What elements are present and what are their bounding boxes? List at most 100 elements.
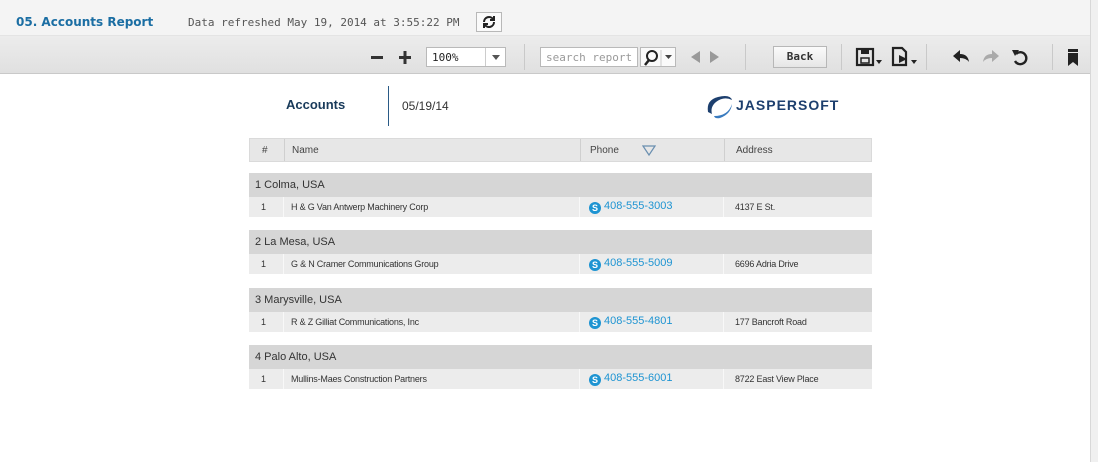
toolbar-divider — [524, 44, 525, 70]
group-label: 1 Colma, USA — [255, 179, 325, 191]
account-address: 4137 E St. — [735, 202, 776, 212]
jaspersoft-swoosh-icon — [707, 96, 732, 119]
skype-icon[interactable]: S — [589, 202, 601, 214]
title-divider — [388, 86, 389, 126]
cell-divider — [579, 254, 580, 274]
cell-divider — [579, 197, 580, 217]
zoom-value: 100% — [432, 51, 459, 64]
bookmark-icon — [1068, 49, 1078, 66]
save-menu-button[interactable] — [855, 46, 885, 67]
cell-divider — [283, 369, 284, 389]
undo-button[interactable] — [950, 46, 972, 66]
vertical-scrollbar[interactable] — [1090, 0, 1098, 462]
search-button[interactable] — [640, 47, 676, 67]
cell-divider — [579, 312, 580, 332]
search-icon — [644, 50, 672, 66]
column-header-phone[interactable]: Phone — [590, 145, 619, 156]
table-row: 1 R & Z Gilliat Communications, Inc S 40… — [249, 312, 872, 332]
group-header: 4 Palo Alto, USA — [249, 345, 872, 369]
data-refreshed-text: Data refreshed May 19, 2014 at 3:55:22 P… — [188, 16, 460, 29]
save-icon — [855, 47, 882, 67]
cell-divider — [723, 254, 724, 274]
column-header-number: # — [262, 145, 268, 156]
logo-text: JASPERSOFT — [736, 97, 840, 113]
phone-link[interactable]: 408-555-6001 — [604, 372, 673, 384]
row-number: 1 — [261, 259, 266, 269]
report-header-bar: 05. Accounts Report Data refreshed May 1… — [0, 0, 1090, 36]
table-header: # Name Phone Address — [249, 138, 872, 162]
phone-link[interactable]: 408-555-4801 — [604, 315, 673, 327]
group-label: 3 Marysville, USA — [255, 294, 342, 306]
minus-icon — [371, 56, 383, 59]
undo-icon — [953, 50, 969, 62]
report-viewer: { "header": { "title": "05. Accounts Rep… — [0, 0, 1098, 462]
phone-link[interactable]: 408-555-5009 — [604, 257, 673, 269]
skype-icon[interactable]: S — [589, 374, 601, 386]
next-result-button[interactable] — [706, 47, 722, 67]
cell-divider — [283, 312, 284, 332]
row-number: 1 — [261, 317, 266, 327]
toolbar-divider — [745, 44, 746, 70]
cell-divider — [579, 369, 580, 389]
export-menu-button[interactable] — [890, 46, 920, 67]
group-label: 2 La Mesa, USA — [255, 236, 336, 248]
toolbar-divider — [926, 44, 927, 70]
cell-divider — [723, 312, 724, 332]
filter-icon[interactable] — [642, 145, 656, 157]
bookmarks-button[interactable] — [1064, 46, 1082, 66]
redo-button[interactable] — [980, 46, 1002, 66]
arrow-left-icon — [691, 51, 700, 63]
toolbar-divider — [841, 44, 842, 70]
redo-icon — [983, 50, 999, 62]
account-address: 8722 East View Place — [735, 374, 819, 384]
row-number: 1 — [261, 202, 266, 212]
column-header-address[interactable]: Address — [736, 145, 773, 156]
toolbar-divider — [1052, 44, 1053, 70]
export-icon — [891, 46, 917, 67]
skype-icon[interactable]: S — [589, 259, 601, 271]
zoom-select[interactable]: 100% — [426, 47, 506, 67]
account-name: Mullins-Maes Construction Partners — [291, 374, 427, 384]
reset-icon — [1012, 50, 1028, 66]
account-address: 6696 Adria Drive — [735, 259, 799, 269]
back-button[interactable]: Back — [773, 46, 827, 68]
search-input[interactable] — [541, 48, 637, 66]
account-address: 177 Bancroft Road — [735, 317, 807, 327]
group-header: 3 Marysville, USA — [249, 288, 872, 312]
column-header-name[interactable]: Name — [292, 145, 319, 156]
chevron-down-icon — [492, 55, 500, 60]
group-header: 1 Colma, USA — [249, 173, 872, 197]
account-name: R & Z Gilliat Communications, Inc — [291, 317, 419, 327]
report-name: 05. Accounts Report — [16, 15, 154, 29]
cell-divider — [283, 197, 284, 217]
group-label: 4 Palo Alto, USA — [255, 351, 337, 363]
account-name: H & G Van Antwerp Machinery Corp — [291, 202, 428, 212]
refresh-button[interactable] — [476, 12, 502, 32]
group-header: 2 La Mesa, USA — [249, 230, 872, 254]
previous-result-button[interactable] — [688, 47, 704, 67]
zoom-in-button[interactable] — [396, 47, 414, 67]
phone-link[interactable]: 408-555-3003 — [604, 200, 673, 212]
zoom-dropdown-toggle[interactable] — [485, 48, 505, 66]
table-row: 1 G & N Cramer Communications Group S 40… — [249, 254, 872, 274]
report-title: Accounts — [286, 97, 346, 112]
jaspersoft-logo: JASPERSOFT — [704, 92, 864, 120]
skype-icon[interactable]: S — [589, 317, 601, 329]
account-name: G & N Cramer Communications Group — [291, 259, 439, 269]
column-divider — [580, 139, 581, 161]
column-divider — [284, 139, 285, 161]
cell-divider — [723, 197, 724, 217]
row-number: 1 — [261, 374, 266, 384]
column-divider — [724, 139, 725, 161]
cell-divider — [723, 369, 724, 389]
plus-icon — [399, 51, 411, 64]
cell-divider — [283, 254, 284, 274]
arrow-right-icon — [710, 51, 719, 63]
report-date: 05/19/14 — [402, 99, 449, 113]
table-row: 1 Mullins-Maes Construction Partners S 4… — [249, 369, 872, 389]
undo-all-button[interactable] — [1010, 46, 1032, 66]
refresh-icon — [483, 16, 495, 28]
table-row: 1 H & G Van Antwerp Machinery Corp S 408… — [249, 197, 872, 217]
zoom-out-button[interactable] — [368, 47, 386, 67]
search-field[interactable] — [540, 47, 638, 67]
